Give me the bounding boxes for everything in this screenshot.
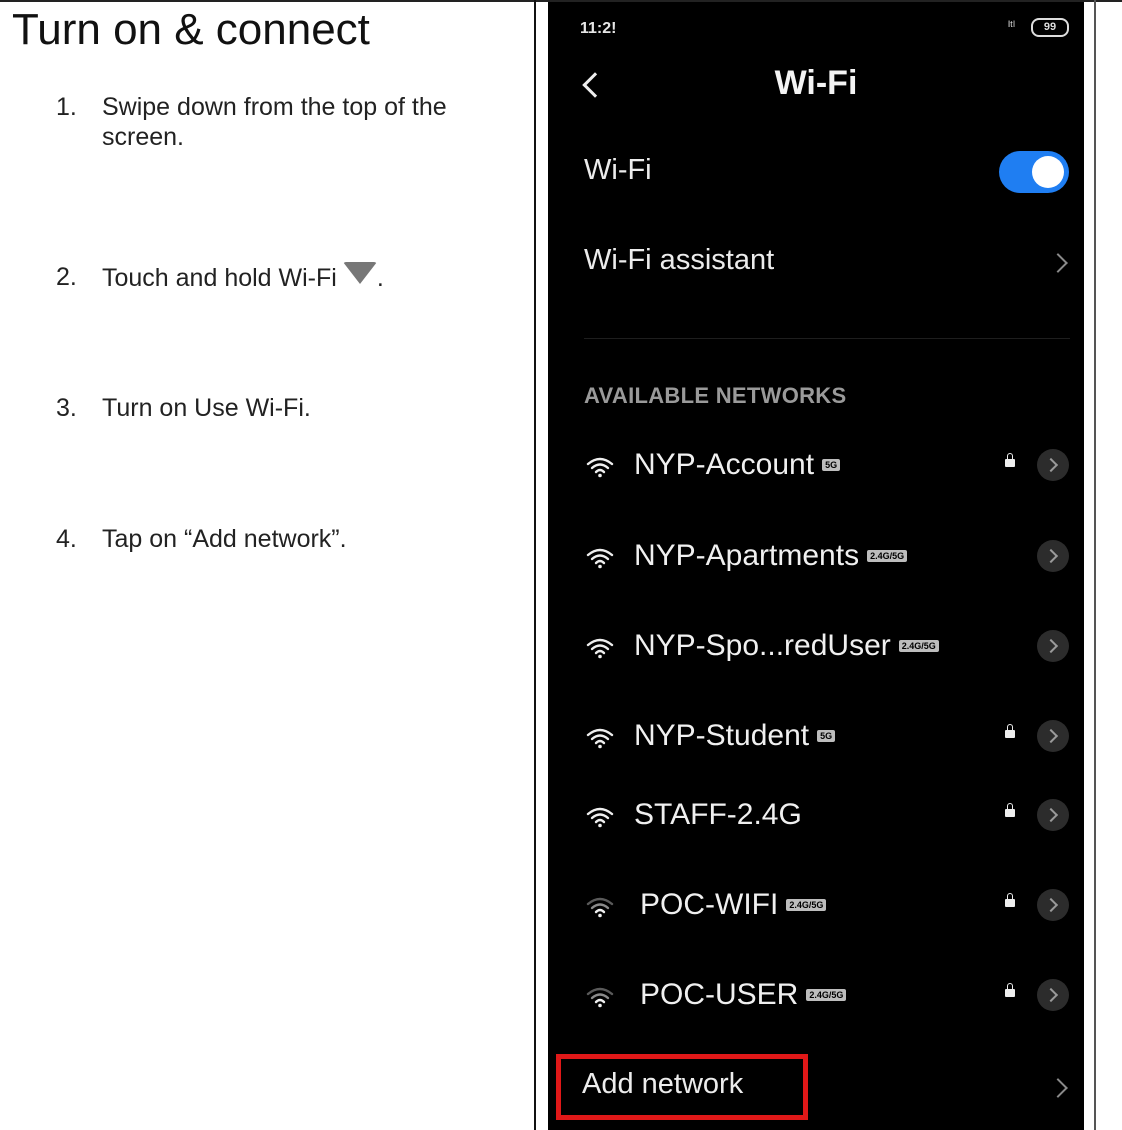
network-details-button[interactable]	[1037, 540, 1069, 572]
signal-icon: ᴵᵗˡ	[1008, 18, 1016, 33]
instructions-column: Turn on & connect 1. Swipe down from the…	[0, 2, 534, 1130]
header-title: Wi-Fi	[774, 64, 858, 102]
step-number: 4.	[56, 525, 77, 553]
wifi-signal-icon	[586, 897, 614, 918]
chevron-right-icon[interactable]	[1048, 1078, 1068, 1098]
band-badge: 2.4G/5G	[867, 550, 908, 562]
screenshot-column: 11:2! ᴵᵗˡ 99 Wi-Fi Wi-Fi Wi-Fi assistant…	[536, 2, 1122, 1130]
status-time: 11:2!	[580, 20, 617, 37]
lock-icon	[1005, 453, 1015, 467]
step-number: 1.	[56, 93, 77, 121]
step-text: Swipe down from the top of the screen.	[102, 93, 447, 151]
network-details-button[interactable]	[1037, 889, 1069, 921]
network-details-button[interactable]	[1037, 630, 1069, 662]
phone-screenshot: 11:2! ᴵᵗˡ 99 Wi-Fi Wi-Fi Wi-Fi assistant…	[548, 2, 1084, 1130]
step-number: 3.	[56, 394, 77, 422]
network-details-button[interactable]	[1037, 720, 1069, 752]
network-row[interactable]: POC-USER 2.4G/5G	[548, 972, 1084, 1022]
table-border-right	[1094, 0, 1096, 1130]
network-name-text: STAFF-2.4G	[634, 798, 802, 831]
step-text: Touch and hold Wi-Fi	[102, 264, 337, 292]
band-badge: 2.4G/5G	[786, 899, 827, 911]
step-number: 2.	[56, 263, 77, 291]
band-badge: 2.4G/5G	[898, 640, 939, 652]
network-row[interactable]: NYP-Account 5G	[548, 442, 1084, 492]
step-suffix: .	[376, 264, 384, 292]
page-title: Turn on & connect	[12, 5, 370, 54]
step-text-wrap: Touch and hold Wi-Fi.	[102, 262, 502, 293]
lock-icon	[1005, 724, 1015, 738]
network-name-text: NYP-Student	[634, 719, 810, 752]
network-name: NYP-Apartments 2.4G/5G	[634, 539, 908, 573]
network-name: POC-USER 2.4G/5G	[640, 978, 847, 1012]
step-text: Turn on Use Wi-Fi.	[102, 394, 311, 422]
band-badge: 5G	[822, 459, 841, 471]
lock-icon	[1005, 893, 1015, 907]
lock-icon	[1005, 803, 1015, 817]
band-badge: 5G	[817, 730, 836, 742]
network-row[interactable]: NYP-Spo...redUser 2.4G/5G	[548, 623, 1084, 673]
wifi-triangle-icon	[342, 262, 377, 284]
network-details-button[interactable]	[1037, 449, 1069, 481]
wifi-toggle[interactable]	[999, 151, 1069, 193]
network-name: POC-WIFI 2.4G/5G	[640, 888, 827, 922]
wifi-signal-icon	[586, 638, 614, 659]
network-name-text: POC-USER	[640, 978, 799, 1011]
network-name-text: NYP-Spo...redUser	[634, 629, 891, 662]
add-network-label[interactable]: Add network	[582, 1068, 743, 1101]
network-name: NYP-Student 5G	[634, 719, 836, 753]
network-details-button[interactable]	[1037, 799, 1069, 831]
network-details-button[interactable]	[1037, 979, 1069, 1011]
wifi-signal-icon	[586, 728, 614, 749]
chevron-right-icon[interactable]	[1048, 253, 1068, 273]
network-name: STAFF-2.4G	[634, 798, 802, 832]
battery-icon: 99	[1031, 18, 1069, 37]
wifi-signal-icon	[586, 548, 614, 569]
wifi-toggle-label: Wi-Fi	[584, 154, 652, 186]
network-row[interactable]: STAFF-2.4G	[548, 792, 1084, 842]
lock-icon	[1005, 983, 1015, 997]
divider	[584, 338, 1070, 339]
network-name: NYP-Account 5G	[634, 448, 841, 482]
wifi-signal-icon	[586, 987, 614, 1008]
network-row[interactable]: POC-WIFI 2.4G/5G	[548, 882, 1084, 932]
network-name: NYP-Spo...redUser 2.4G/5G	[634, 629, 939, 663]
network-name-text: NYP-Account	[634, 448, 815, 481]
network-row[interactable]: NYP-Student 5G	[548, 713, 1084, 763]
network-row[interactable]: NYP-Apartments 2.4G/5G	[548, 533, 1084, 583]
step-text: Tap on “Add network”.	[102, 525, 347, 553]
band-badge: 2.4G/5G	[806, 989, 847, 1001]
network-name-text: NYP-Apartments	[634, 539, 860, 572]
wifi-signal-icon	[586, 807, 614, 828]
section-title: AVAILABLE NETWORKS	[584, 383, 847, 408]
wifi-assistant-label[interactable]: Wi-Fi assistant	[584, 244, 774, 277]
network-name-text: POC-WIFI	[640, 888, 779, 921]
wifi-signal-icon	[586, 457, 614, 478]
